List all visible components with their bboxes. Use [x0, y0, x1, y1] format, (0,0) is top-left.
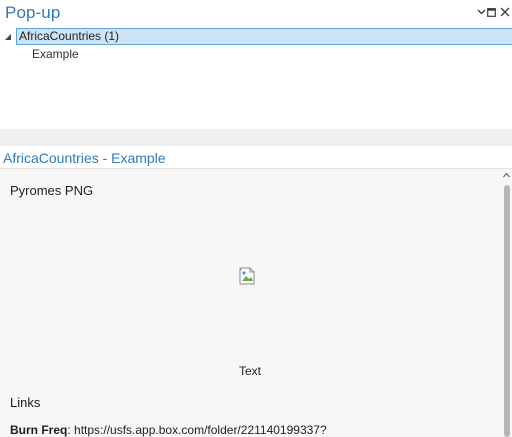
scroll-up-icon[interactable] [503, 172, 510, 178]
popup-title: AfricaCountries - Example [3, 150, 166, 166]
popup-content: Pyromes PNG Text Links Burn Freq: https:… [0, 169, 500, 437]
broken-image-icon [238, 266, 258, 286]
expand-triangle-icon[interactable] [4, 33, 12, 41]
pane-title: Pop-up [5, 3, 61, 22]
popup-pane: Pop-up AfricaCountries (1) Example Afric… [0, 0, 512, 437]
tree-node-layer-label[interactable]: AfricaCountries (1) [16, 28, 512, 45]
image-section-heading: Pyromes PNG [10, 183, 94, 198]
scrollbar-thumb[interactable] [504, 185, 510, 437]
content-scrollbar[interactable] [500, 169, 512, 437]
pane-splitter[interactable] [0, 129, 512, 146]
popup-header: AfricaCountries - Example [0, 146, 512, 169]
links-section-heading: Links [10, 395, 41, 410]
image-caption: Text [238, 364, 261, 378]
pane-close-button[interactable] [498, 4, 512, 20]
pane-title-bar: Pop-up [0, 0, 512, 26]
tree-node-feature[interactable]: Example [32, 46, 79, 63]
maximize-icon [486, 7, 496, 17]
link-field-name: Burn Freq [10, 423, 68, 437]
link-separator: : [67, 423, 75, 437]
close-icon [500, 7, 510, 17]
link-url[interactable]: https://usfs.app.box.com/folder/22114019… [74, 423, 327, 437]
pane-maximize-button[interactable] [484, 4, 498, 20]
link-row-burn-freq: Burn Freq: https://usfs.app.box.com/fold… [10, 422, 327, 437]
feature-tree: AfricaCountries (1) Example [0, 26, 512, 129]
